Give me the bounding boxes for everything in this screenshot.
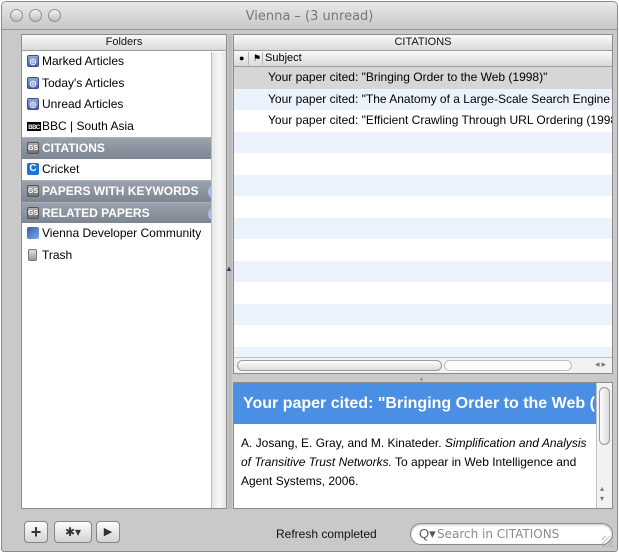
folder-label: PAPERS WITH KEYWORDS xyxy=(42,184,199,198)
search-icon[interactable]: Q▾ xyxy=(419,526,436,542)
article-preview-pane: Your paper cited: "Bringing Order to the… xyxy=(233,382,613,509)
folder-item[interactable]: Trash xyxy=(22,245,226,267)
empty-row[interactable] xyxy=(234,196,612,218)
read-column-header[interactable]: ● xyxy=(239,51,244,66)
search-field[interactable]: Q▾ Search in CITATIONS xyxy=(410,523,613,545)
folder-item[interactable]: GSPAPERS WITH KEYWORDS1 xyxy=(22,180,226,202)
subject-column-header[interactable]: Subject xyxy=(265,51,302,66)
empty-row[interactable] xyxy=(234,153,612,175)
vertical-scroll-arrows-icon[interactable]: ▴ ▾ xyxy=(600,484,604,504)
folder-label: Vienna Developer Community xyxy=(42,226,202,240)
bottom-toolbar: + ✱▾ ▶ Refresh completed Q▾ Search in CI… xyxy=(2,511,617,551)
folder-item[interactable]: GSRELATED PAPERS2 xyxy=(22,201,226,223)
article-row[interactable]: Your paper cited: "The Anatomy of a Larg… xyxy=(234,88,612,110)
folder-label: Today's Articles xyxy=(42,75,125,90)
article-list-pane: CITATIONS ● ⚑ Subject Your paper cited: … xyxy=(233,34,613,374)
cricket-feed-icon: C xyxy=(27,162,39,175)
folder-label: Trash xyxy=(42,247,73,262)
folder-item[interactable]: Vienna Developer Community xyxy=(22,223,226,245)
vienna-window: Vienna – (3 unread) Folders ◎ Marked Arti… xyxy=(1,1,618,552)
folders-scrollbar[interactable] xyxy=(211,52,226,508)
article-rows: Your paper cited: "Bringing Order to the… xyxy=(234,67,612,368)
folder-item[interactable]: C Cricket xyxy=(22,159,226,181)
folder-label: BBC | South Asia xyxy=(42,118,134,133)
preview-title[interactable]: Your paper cited: "Bringing Order to the… xyxy=(234,383,596,424)
folder-label: Marked Articles xyxy=(42,54,125,68)
preview-vertical-scrollbar[interactable]: ▴ ▾ xyxy=(596,383,612,508)
folder-item[interactable]: ◎ Unread Articles xyxy=(22,94,226,116)
article-columns-header: ● ⚑ Subject xyxy=(234,51,612,67)
group-folder-icon: GS xyxy=(27,142,39,154)
folders-header[interactable]: Folders xyxy=(22,35,226,51)
horizontal-scroll-thumb[interactable] xyxy=(237,360,442,371)
empty-row[interactable] xyxy=(234,174,612,196)
folder-item[interactable]: BBC BBC | South Asia xyxy=(22,116,226,138)
search-placeholder: Search in CITATIONS xyxy=(437,527,560,541)
smart-folder-icon: ◎ xyxy=(27,55,39,67)
smart-folder-icon: ◎ xyxy=(27,76,39,89)
scroll-arrows-icon[interactable]: ◂▸ xyxy=(595,359,608,370)
folder-item[interactable]: GS CITATIONS xyxy=(22,137,226,159)
empty-row[interactable] xyxy=(234,325,612,347)
article-list-header[interactable]: CITATIONS xyxy=(234,35,612,51)
empty-row[interactable] xyxy=(234,282,612,304)
status-text: Refresh completed xyxy=(276,527,377,541)
folders-pane: Folders ◎ Marked Articles ◎ Today's Article… xyxy=(21,34,227,509)
article-list-horizontal-scrollbar[interactable]: ◂▸ xyxy=(234,357,612,373)
empty-row[interactable] xyxy=(234,303,612,325)
resize-grip-icon[interactable] xyxy=(602,536,613,547)
splitter-handle-icon[interactable]: ▲ xyxy=(225,264,233,273)
folder-label: CITATIONS xyxy=(42,141,105,155)
empty-row[interactable] xyxy=(234,131,612,153)
title-bar[interactable]: Vienna – (3 unread) xyxy=(2,2,617,30)
article-row[interactable]: Your paper cited: "Bringing Order to the… xyxy=(234,67,612,89)
folder-label: Cricket xyxy=(42,161,80,176)
trash-icon xyxy=(28,248,37,261)
vertical-scroll-thumb[interactable] xyxy=(599,387,610,445)
article-row[interactable]: Your paper cited: "Efficient Crawling Th… xyxy=(234,110,612,132)
vienna-feed-icon xyxy=(27,227,39,239)
empty-row[interactable] xyxy=(234,217,612,239)
folder-label: RELATED PAPERS xyxy=(42,205,150,220)
scroll-track[interactable] xyxy=(444,360,572,371)
bbc-feed-icon: BBC xyxy=(27,121,41,131)
group-folder-icon: GS xyxy=(27,206,39,219)
preview-authors: A. Josang, E. Gray, and M. Kinateder. xyxy=(241,436,442,450)
folder-label: Unread Articles xyxy=(42,97,124,111)
empty-row[interactable] xyxy=(234,239,612,261)
preview-body: A. Josang, E. Gray, and M. Kinateder. Si… xyxy=(241,434,590,491)
flag-column-header[interactable]: ⚑ xyxy=(253,51,261,66)
folder-item[interactable]: ◎ Marked Articles xyxy=(22,51,226,73)
action-menu-button[interactable]: ✱▾ xyxy=(54,521,92,543)
window-title: Vienna – (3 unread) xyxy=(245,9,374,24)
folder-list: ◎ Marked Articles ◎ Today's Articles ◎ Unread… xyxy=(22,51,226,266)
empty-row[interactable] xyxy=(234,260,612,282)
refresh-button[interactable]: ▶ xyxy=(96,521,120,543)
group-folder-icon: GS xyxy=(27,185,39,197)
add-subscription-button[interactable]: + xyxy=(24,521,48,543)
smart-folder-icon: ◎ xyxy=(27,98,39,110)
folder-item[interactable]: ◎ Today's Articles xyxy=(22,73,226,95)
